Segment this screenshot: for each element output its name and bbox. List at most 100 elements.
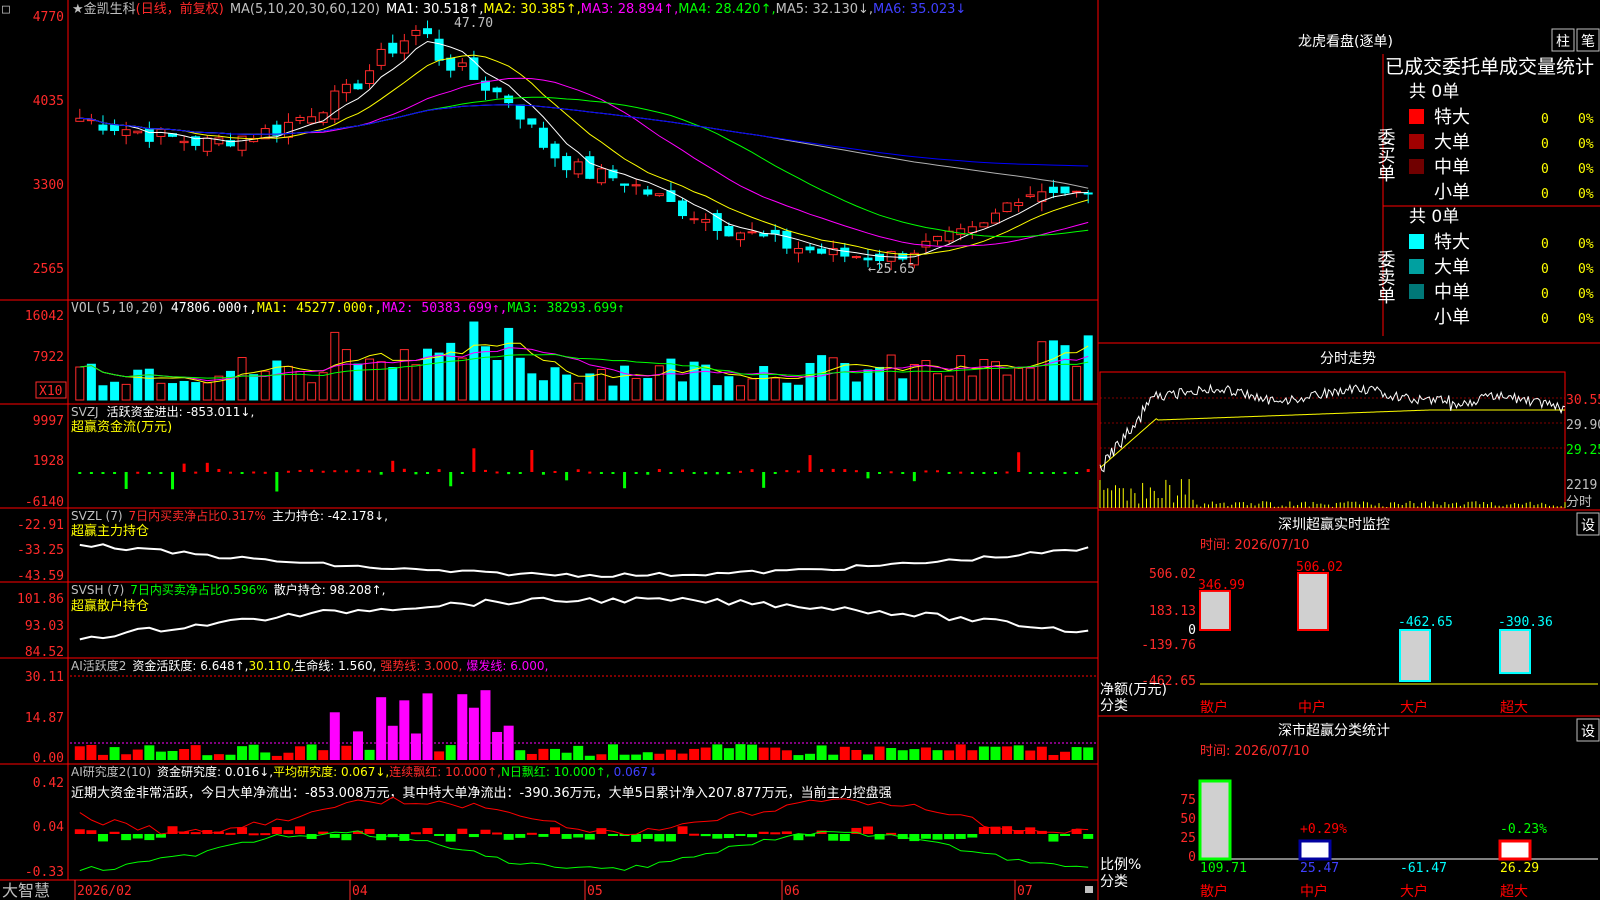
svzj-panel[interactable] — [78, 448, 1090, 492]
activity-bar — [503, 725, 514, 760]
activity-bar — [805, 753, 816, 760]
ai-active-title: AI活跃度2 — [71, 658, 126, 673]
volume-bar — [527, 373, 537, 401]
research-bar — [248, 833, 259, 836]
buy-row-name: 特大 — [1434, 107, 1470, 128]
monitor-x-label: 分类 — [1100, 698, 1128, 714]
volume-panel[interactable] — [75, 321, 1093, 401]
activity-bar — [144, 745, 155, 760]
svsh-tick: 101.86 — [17, 592, 64, 607]
research-bar — [434, 834, 445, 836]
volume-bar — [168, 383, 178, 401]
activity-bar — [1048, 754, 1059, 760]
flow-bar — [982, 472, 986, 474]
holding-line — [79, 543, 1089, 578]
activity-bar — [677, 753, 688, 760]
sell-row-name: 中单 — [1434, 282, 1470, 303]
candle — [1025, 194, 1035, 198]
intraday-panel[interactable] — [1099, 371, 1566, 509]
svzl-panel[interactable] — [79, 543, 1089, 578]
volume-bar — [144, 368, 154, 401]
flow-bar — [391, 460, 395, 472]
monitor-title: 深圳超赢实时监控 — [1278, 516, 1390, 533]
activity-bar — [897, 750, 908, 760]
ma5-value: MA5: 32.130↓, — [776, 2, 873, 17]
volume-bar — [75, 366, 85, 401]
classify-y-label: 比例% — [1100, 857, 1141, 873]
research-bar — [689, 833, 700, 836]
ma-line — [79, 96, 1089, 238]
research-bar — [86, 830, 97, 834]
menu-icon[interactable]: □ — [2, 2, 10, 17]
activity-bar — [874, 746, 885, 760]
volume-bar — [388, 367, 398, 401]
activity-bar — [132, 749, 143, 760]
candle — [446, 57, 456, 71]
flow-bar — [738, 470, 742, 473]
research-bar — [144, 834, 155, 841]
research-bar — [723, 834, 734, 839]
research-bar — [955, 834, 966, 839]
svsh-panel[interactable] — [79, 596, 1089, 641]
vol-ma2: MA2: 50383.699↑, — [382, 301, 507, 316]
activity-bar — [932, 750, 943, 760]
classify-tick: 0 — [1188, 850, 1196, 865]
flow-bar — [970, 472, 974, 474]
research-bar — [1048, 834, 1059, 842]
buy-row-pct: 0% — [1578, 112, 1594, 127]
candle — [979, 222, 989, 228]
flow-bar — [460, 472, 464, 474]
research-bar — [109, 831, 120, 834]
volume-bar — [933, 373, 943, 401]
price-panel[interactable] — [75, 20, 1093, 271]
ai-active-panel[interactable] — [70, 675, 1096, 760]
activity-bar — [631, 754, 642, 760]
candle — [1002, 202, 1012, 213]
classify-value-label: 26.29 — [1500, 861, 1539, 876]
flow-bar — [228, 471, 232, 474]
buy-row-pct: 0% — [1578, 187, 1594, 202]
volume-bar — [225, 370, 235, 401]
activity-bar — [306, 744, 317, 760]
intraday-tick: 30.55 — [1566, 393, 1600, 408]
candle — [678, 200, 688, 217]
monitor-category: 超大 — [1500, 700, 1528, 716]
volume-bar — [1037, 341, 1047, 401]
classify-tick: 75 — [1180, 793, 1196, 808]
svsh-subtitle: 超赢散户持仓 — [71, 598, 149, 614]
monitor-chart[interactable]: 346.99 散户 506.02 中户 -462.65 大户 -390.36 超大 — [1198, 560, 1598, 716]
trading-chart[interactable]: □ ★金凯生科(日线，前复权) MA(5,10,20,30,60,120) MA1:… — [0, 0, 1600, 900]
svzl-tick: -43.59 — [17, 569, 64, 584]
ma6-value: MA6: 35.023↓ — [873, 2, 966, 17]
classify-time: 时间: 2026/07/10 — [1200, 744, 1309, 759]
monitor-tick: 506.02 — [1149, 567, 1196, 582]
candle — [562, 156, 572, 171]
ai-active-title-line: AI活跃度2 资金活跃度: 6.648↑,30.110,生命线: 1.560, 强势… — [71, 658, 548, 673]
activity-bar — [295, 746, 306, 760]
candle — [724, 225, 734, 237]
flow-bar — [1075, 472, 1079, 474]
ai-research-panel[interactable] — [74, 796, 1094, 872]
flow-bar — [472, 448, 476, 472]
intraday-axis: 30.55 29.90 29.25 2219 分时 — [1566, 393, 1600, 510]
volume-bar — [805, 362, 815, 401]
flow-bar — [623, 472, 627, 489]
flow-bar — [379, 472, 383, 475]
classify-chart[interactable]: 109.71 散户 +0.29% 25.47 中户 -61.47 大户 -0.23% 26.29… — [1198, 779, 1598, 900]
research-bar — [260, 833, 271, 836]
lock-icon[interactable] — [1085, 886, 1093, 893]
activity-bar — [1036, 746, 1047, 760]
flow-bar — [727, 472, 731, 475]
research-bar — [747, 834, 758, 838]
flow-bar — [704, 472, 708, 475]
research-bar — [1071, 828, 1082, 834]
candle — [863, 257, 873, 261]
flow-bar — [159, 472, 163, 474]
brand-label[interactable]: 大智慧 — [2, 881, 50, 900]
volume-bar — [562, 374, 572, 401]
ma-line — [79, 104, 1089, 167]
volume-bar — [550, 367, 560, 401]
chart-mode[interactable]: (日线，前复权) — [136, 1, 224, 17]
volume-bar — [782, 382, 792, 401]
flow-bar — [530, 450, 534, 472]
